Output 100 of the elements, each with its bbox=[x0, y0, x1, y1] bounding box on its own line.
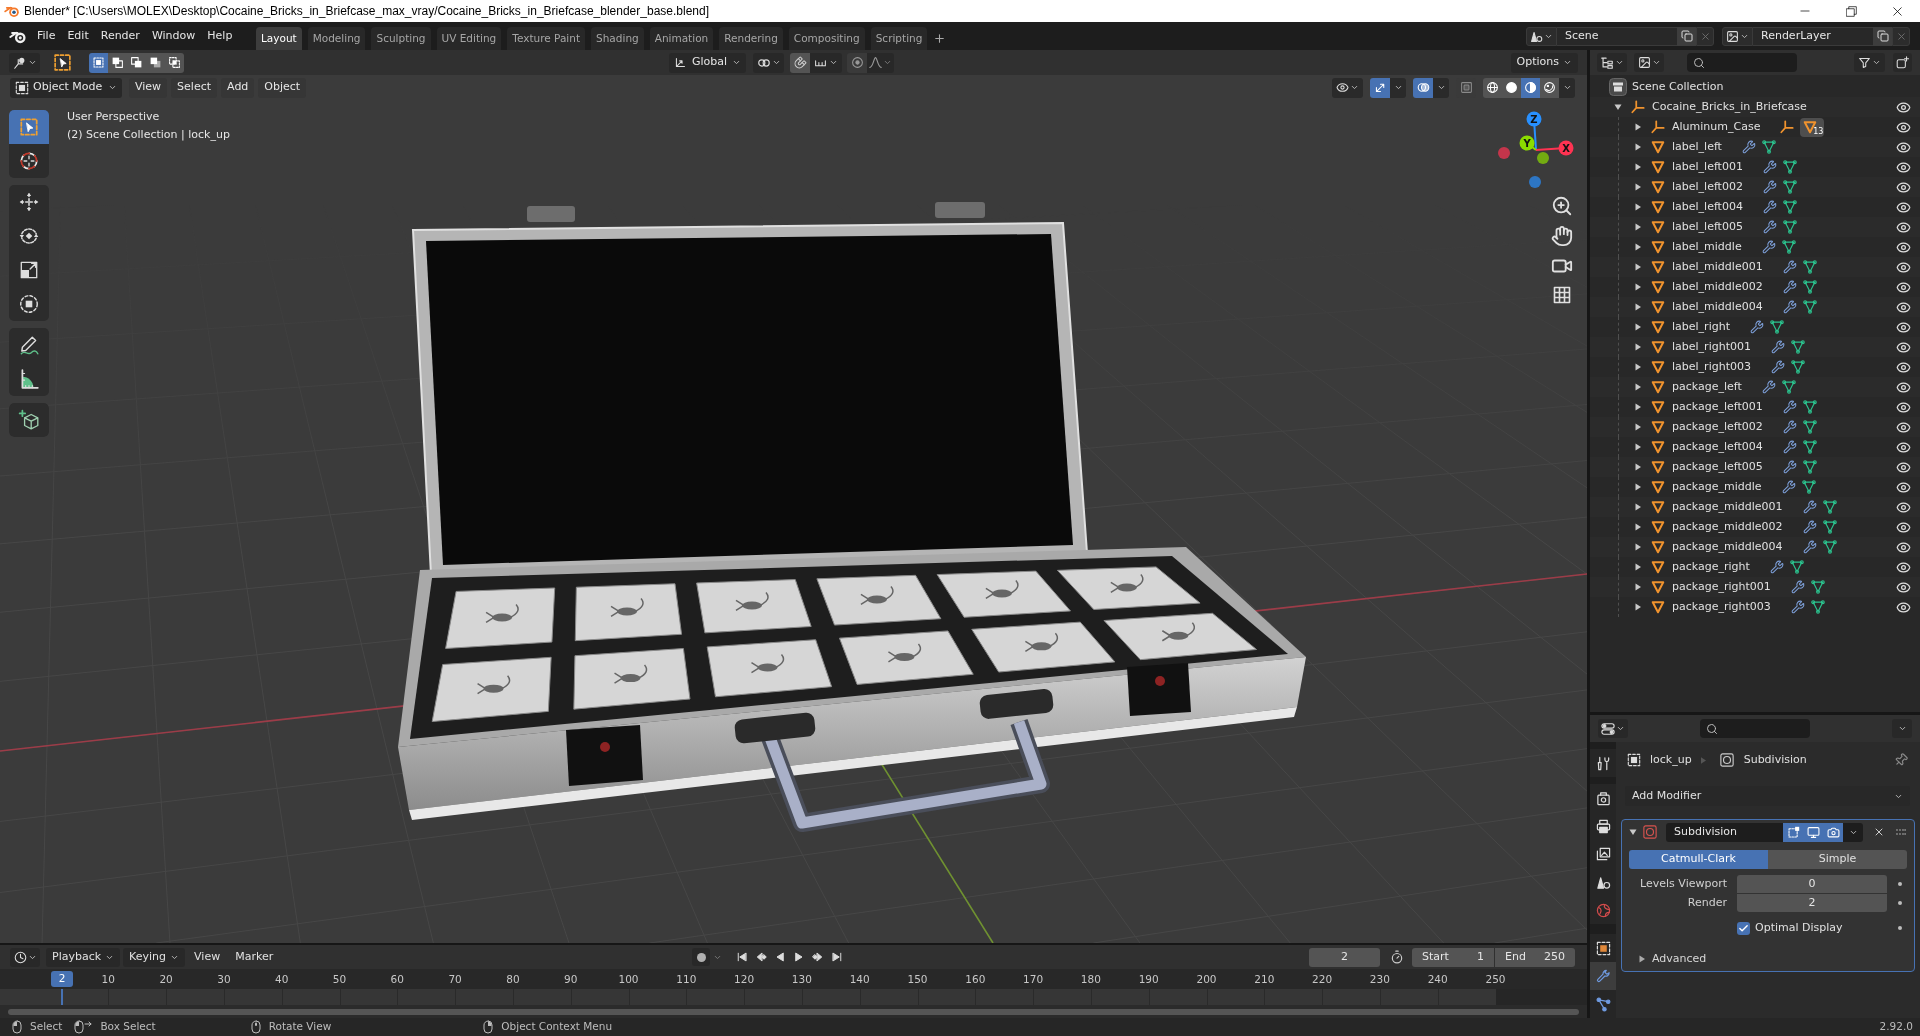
vertex-triangle-icon[interactable] bbox=[1802, 460, 1817, 474]
workspace-tab[interactable]: Texture Paint bbox=[507, 27, 586, 50]
axes-icon[interactable] bbox=[1780, 120, 1795, 134]
menu-item[interactable]: Select bbox=[171, 77, 218, 98]
eye-icon[interactable] bbox=[1896, 99, 1911, 115]
display-mode-dropdown[interactable] bbox=[1634, 53, 1664, 72]
editor-type-button[interactable] bbox=[1598, 719, 1628, 738]
subpanel-title[interactable]: Advanced bbox=[1652, 950, 1707, 968]
eye-icon[interactable] bbox=[1896, 159, 1911, 175]
disclosure-triangle-icon[interactable] bbox=[1634, 483, 1642, 491]
editor-type-button[interactable] bbox=[10, 947, 40, 967]
disclosure-triangle-icon[interactable] bbox=[1634, 323, 1642, 331]
disclosure-triangle-icon[interactable] bbox=[1634, 343, 1642, 351]
number-field[interactable]: 0 bbox=[1737, 875, 1887, 893]
vertex-triangle-icon[interactable] bbox=[1790, 360, 1805, 374]
menu-dropdown[interactable]: Keying bbox=[123, 947, 186, 967]
vertex-triangle-icon[interactable] bbox=[1822, 540, 1837, 554]
disclosure-triangle-icon[interactable] bbox=[1634, 543, 1642, 551]
disclosure-triangle-icon[interactable] bbox=[1634, 223, 1642, 231]
menu-item[interactable]: Add bbox=[221, 77, 255, 98]
disclosure-triangle-icon[interactable] bbox=[1634, 263, 1642, 271]
workspace-tab[interactable]: Scripting bbox=[870, 27, 928, 50]
wrench-icon[interactable] bbox=[1762, 200, 1777, 214]
properties-tab[interactable] bbox=[1590, 749, 1616, 777]
pivot-dropdown[interactable] bbox=[753, 52, 784, 73]
editor-type-button[interactable] bbox=[1597, 53, 1627, 72]
axis-dot-icon[interactable] bbox=[1529, 176, 1541, 188]
remove-button[interactable] bbox=[1696, 26, 1714, 46]
scene-browse-button[interactable] bbox=[1526, 26, 1557, 46]
wrench-icon[interactable] bbox=[1802, 520, 1817, 534]
select-box-icon[interactable] bbox=[52, 52, 73, 73]
render-toggle[interactable] bbox=[1823, 822, 1843, 842]
vertex-triangle-icon[interactable] bbox=[1782, 180, 1797, 194]
axis-handle[interactable]: Y bbox=[1519, 135, 1537, 151]
wrench-icon[interactable] bbox=[1790, 580, 1805, 594]
eye-icon[interactable] bbox=[1896, 339, 1911, 355]
selection-mode-button[interactable] bbox=[165, 52, 184, 73]
properties-tab[interactable] bbox=[1590, 990, 1616, 1018]
current-frame-marker[interactable]: 2 bbox=[51, 971, 73, 987]
disclosure-triangle-icon[interactable] bbox=[1634, 303, 1642, 311]
wrench-icon[interactable] bbox=[1781, 480, 1796, 494]
shading-mode-button[interactable] bbox=[1521, 77, 1540, 98]
disclosure-triangle-icon[interactable] bbox=[1614, 103, 1622, 111]
axis-dot-icon[interactable] bbox=[1537, 152, 1549, 164]
grip-dots-icon[interactable] bbox=[1896, 829, 1906, 835]
vertex-triangle-icon[interactable] bbox=[1782, 160, 1797, 174]
shading-mode-button[interactable] bbox=[1483, 77, 1502, 98]
vertex-triangle-icon[interactable] bbox=[1761, 140, 1776, 154]
wrench-icon[interactable] bbox=[1782, 440, 1797, 454]
search-field[interactable] bbox=[1700, 719, 1810, 738]
disclosure-triangle-icon[interactable] bbox=[1634, 383, 1642, 391]
wrench-icon[interactable] bbox=[1762, 220, 1777, 234]
vertex-triangle-icon[interactable] bbox=[1810, 600, 1825, 614]
wrench-icon[interactable] bbox=[1762, 160, 1777, 174]
disclosure-triangle-icon[interactable] bbox=[1634, 403, 1642, 411]
disclosure-triangle-icon[interactable] bbox=[1634, 123, 1642, 131]
vertex-triangle-icon[interactable] bbox=[1810, 580, 1825, 594]
disclosure-triangle-icon[interactable] bbox=[1634, 523, 1642, 531]
wrench-icon[interactable] bbox=[1782, 460, 1797, 474]
eye-icon[interactable] bbox=[1896, 399, 1911, 415]
workspace-tab[interactable]: Compositing bbox=[788, 27, 865, 50]
remove-icon[interactable] bbox=[1873, 826, 1885, 838]
disclosure-triangle-icon[interactable] bbox=[1638, 955, 1646, 963]
eye-icon[interactable] bbox=[1896, 239, 1911, 255]
timer-icon[interactable] bbox=[1390, 950, 1404, 964]
dot-icon[interactable] bbox=[1898, 882, 1902, 886]
vertex-triangle-icon[interactable] bbox=[1790, 340, 1805, 354]
eye-icon[interactable] bbox=[1896, 479, 1911, 495]
auto-keying-button[interactable] bbox=[692, 948, 710, 966]
menu-item[interactable]: Marker bbox=[229, 947, 280, 967]
wrench-icon[interactable] bbox=[1769, 560, 1784, 574]
workspace-tab[interactable]: Rendering bbox=[719, 27, 783, 50]
eye-icon[interactable] bbox=[1896, 599, 1911, 615]
disclosure-triangle-icon[interactable] bbox=[1634, 163, 1642, 171]
gizmos-toggle[interactable] bbox=[1370, 77, 1390, 98]
workspace-tab[interactable]: Animation bbox=[649, 27, 714, 50]
menu-item[interactable]: Help bbox=[201, 26, 239, 46]
vertex-triangle-icon[interactable] bbox=[1782, 200, 1797, 214]
workspace-tab[interactable]: UV Editing bbox=[436, 27, 502, 50]
eye-icon[interactable] bbox=[1896, 179, 1911, 195]
dot-icon[interactable] bbox=[1898, 926, 1902, 930]
properties-tab[interactable] bbox=[1590, 784, 1616, 812]
wrench-icon[interactable] bbox=[1761, 240, 1776, 254]
zoom-icon[interactable] bbox=[1551, 195, 1573, 217]
wrench-icon[interactable] bbox=[1770, 340, 1785, 354]
view-layer-name-field[interactable]: RenderLayer bbox=[1753, 26, 1873, 46]
vertex-triangle-icon[interactable] bbox=[1802, 280, 1817, 294]
falloff-dropdown[interactable] bbox=[867, 52, 894, 73]
eye-icon[interactable] bbox=[1896, 539, 1911, 555]
properties-tab[interactable] bbox=[1590, 934, 1616, 962]
orientation-dropdown[interactable]: Global bbox=[669, 52, 746, 73]
vertex-triangle-icon[interactable] bbox=[1802, 440, 1817, 454]
eye-icon[interactable] bbox=[1896, 319, 1911, 335]
search-field[interactable] bbox=[1687, 53, 1797, 72]
timeline-scrollbar[interactable] bbox=[8, 1008, 1579, 1015]
wrench-icon[interactable] bbox=[1802, 540, 1817, 554]
eye-icon[interactable] bbox=[1896, 579, 1911, 595]
child-objects-button[interactable]: 13 bbox=[1800, 117, 1825, 137]
axis-handle[interactable]: X bbox=[1535, 140, 1574, 156]
options-dropdown[interactable]: Options bbox=[1510, 52, 1578, 73]
